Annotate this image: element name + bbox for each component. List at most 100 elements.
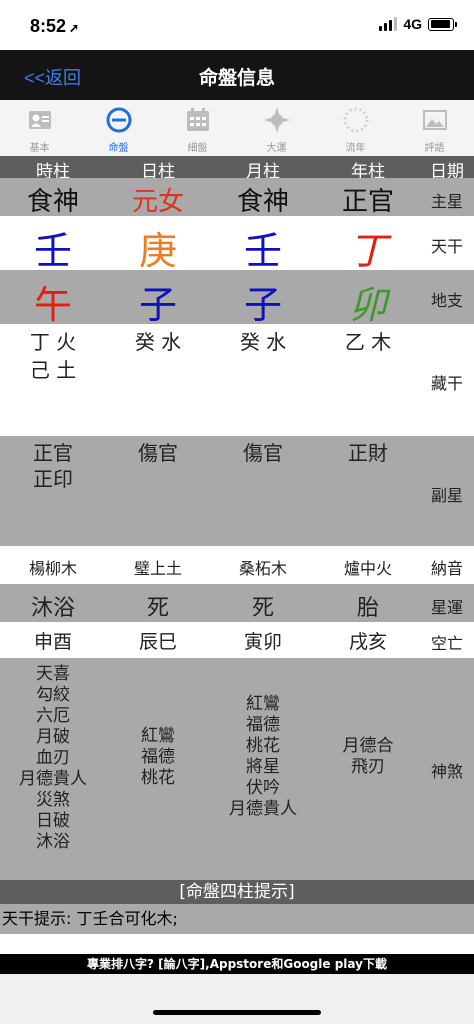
shensha-item: 災煞 bbox=[36, 790, 70, 810]
hidden-stems-month: 癸 水 bbox=[210, 328, 316, 356]
navigation-bar: <<返回 命盤信息 bbox=[0, 50, 474, 100]
hidden-stem: 乙 木 bbox=[344, 330, 392, 354]
row-label-star-fortune: 星運 bbox=[430, 598, 463, 617]
tab-liunian[interactable]: 流年 bbox=[316, 100, 395, 156]
shensha-item: 月德合 bbox=[342, 736, 394, 756]
nayin-hour: 楊柳木 bbox=[28, 559, 77, 578]
tab-basic[interactable]: 基本 bbox=[0, 100, 79, 156]
branch-day: 子 bbox=[138, 283, 177, 327]
secondary-star-day: 傷官 bbox=[106, 440, 210, 466]
home-indicator[interactable] bbox=[153, 1010, 321, 1015]
shensha-item: 福德 bbox=[141, 747, 175, 767]
kongwang-hour: 申酉 bbox=[33, 631, 72, 653]
nayin-month: 桑柘木 bbox=[238, 559, 287, 578]
main-star-day: 元女 bbox=[131, 187, 184, 217]
row-label-main-star: 主星 bbox=[430, 192, 463, 211]
row-label-kongwang: 空亡 bbox=[430, 634, 463, 653]
row-kongwang: 申酉 辰巳 寅卯 戌亥 空亡 bbox=[0, 622, 474, 658]
tab-label: 流年 bbox=[345, 143, 366, 154]
shensha-item: 紅鸞 bbox=[141, 726, 175, 746]
stem-month: 壬 bbox=[243, 229, 282, 273]
bottom-safe-area bbox=[0, 974, 474, 1024]
shensha-item: 伏吟 bbox=[246, 778, 280, 798]
tab-comment[interactable]: 評語 bbox=[395, 100, 474, 156]
secondary-star: 正財 bbox=[348, 441, 388, 465]
row-label-branch: 地支 bbox=[430, 291, 463, 310]
row-main-star: 食神 元女 食神 正官 主星 bbox=[0, 178, 474, 217]
row-earthly-branch: 午 子 子 卯 地支 bbox=[0, 270, 474, 327]
network-type: 4G bbox=[403, 16, 422, 32]
secondary-star: 傷官 bbox=[243, 441, 283, 465]
hidden-stems-hour: 丁 火 己 土 bbox=[0, 328, 106, 384]
shensha-item: 飛刃 bbox=[351, 757, 385, 777]
shensha-item: 月破 bbox=[36, 727, 70, 747]
kongwang-month: 寅卯 bbox=[243, 631, 282, 653]
shensha-item: 日破 bbox=[36, 811, 70, 831]
shensha-hour: 天喜 勾絞 六厄 月破 血刃 月德貴人 災煞 日破 沐浴 bbox=[0, 664, 106, 853]
shensha-item: 桃花 bbox=[141, 768, 175, 788]
battery-icon bbox=[428, 17, 457, 31]
main-star-hour: 食神 bbox=[26, 187, 79, 217]
compass-star-icon bbox=[263, 106, 291, 134]
shensha-item: 月德貴人 bbox=[229, 799, 297, 819]
branch-month: 子 bbox=[243, 283, 282, 327]
shensha-item: 將星 bbox=[246, 757, 280, 777]
row-label-hidden-stems: 藏干 bbox=[430, 374, 463, 393]
circle-minus-icon bbox=[105, 106, 133, 134]
row-label-nayin: 納音 bbox=[430, 559, 463, 578]
nayin-year: 爐中火 bbox=[343, 559, 392, 578]
row-label-secondary-star: 副星 bbox=[430, 486, 463, 505]
status-indicators: 4G bbox=[379, 16, 457, 32]
column-header-row: 時柱 日柱 月柱 年柱 日期 bbox=[0, 156, 474, 182]
tab-bar: 基本 命盤 細盤 大運 流年 評語 bbox=[0, 100, 474, 156]
tab-dayun[interactable]: 大運 bbox=[237, 100, 316, 156]
calendar-grid-icon bbox=[184, 106, 212, 134]
shensha-item: 天喜 bbox=[36, 664, 70, 684]
status-time: 8:52 ➚ bbox=[30, 16, 79, 37]
shensha-item: 月德貴人 bbox=[19, 769, 87, 789]
tab-label: 大運 bbox=[266, 143, 287, 154]
hidden-stem: 己 土 bbox=[29, 358, 77, 382]
secondary-star: 正官 bbox=[33, 441, 73, 465]
row-label-stem: 天干 bbox=[430, 237, 463, 256]
promo-banner[interactable]: 專業排八字? [論八字],Appstore和Google play下載 bbox=[0, 954, 474, 974]
secondary-star-month: 傷官 bbox=[210, 440, 316, 466]
stem-day: 庚 bbox=[138, 229, 177, 273]
secondary-star-year: 正財 bbox=[316, 440, 420, 466]
stem-hour: 壬 bbox=[33, 229, 72, 273]
tab-label: 細盤 bbox=[187, 143, 208, 154]
tab-detail[interactable]: 細盤 bbox=[158, 100, 237, 156]
page-title: 命盤信息 bbox=[198, 67, 275, 89]
main-star-month: 食神 bbox=[236, 187, 289, 217]
shensha-item: 桃花 bbox=[246, 736, 280, 756]
row-star-fortune: 沐浴 死 死 胎 星運 bbox=[0, 584, 474, 622]
row-label-shensha: 神煞 bbox=[430, 762, 463, 781]
shensha-month: 紅鸞 福德 桃花 將星 伏吟 月德貴人 bbox=[210, 694, 316, 820]
kongwang-day: 辰巳 bbox=[138, 631, 177, 653]
fortune-hour: 沐浴 bbox=[30, 596, 75, 621]
hidden-stem: 癸 水 bbox=[239, 330, 287, 354]
shensha-item: 勾絞 bbox=[36, 685, 70, 705]
secondary-star-hour: 正官 正印 bbox=[0, 440, 106, 492]
hidden-stem: 癸 水 bbox=[134, 330, 182, 354]
branch-hour: 午 bbox=[33, 283, 72, 327]
branch-year: 卯 bbox=[348, 283, 387, 327]
tab-label: 命盤 bbox=[108, 143, 129, 154]
fortune-year: 胎 bbox=[356, 596, 379, 621]
row-shensha: 天喜 勾絞 六厄 月破 血刃 月德貴人 災煞 日破 沐浴 紅鸞 福德 桃花 紅鸞… bbox=[0, 658, 474, 880]
person-card-icon bbox=[26, 106, 54, 134]
pillar-hint-title: [命盤四柱提示] bbox=[0, 880, 474, 904]
main-star-year: 正官 bbox=[341, 187, 394, 217]
row-heavenly-stem: 壬 庚 壬 丁 天干 bbox=[0, 216, 474, 273]
tab-chart[interactable]: 命盤 bbox=[79, 100, 158, 156]
spacer bbox=[0, 934, 474, 954]
shensha-item: 紅鸞 bbox=[246, 694, 280, 714]
stem-year: 丁 bbox=[348, 229, 387, 273]
shensha-day: 紅鸞 福德 桃花 bbox=[106, 726, 210, 789]
fortune-month: 死 bbox=[251, 596, 274, 621]
row-nayin: 楊柳木 璧上土 桑柘木 爐中火 納音 bbox=[0, 546, 474, 584]
location-arrow-icon: ➚ bbox=[69, 21, 80, 35]
secondary-star: 傷官 bbox=[138, 441, 178, 465]
status-bar: 8:52 ➚ 4G bbox=[0, 0, 474, 50]
stem-hint-text: 天干提示: 丁壬合可化木; bbox=[0, 904, 474, 934]
